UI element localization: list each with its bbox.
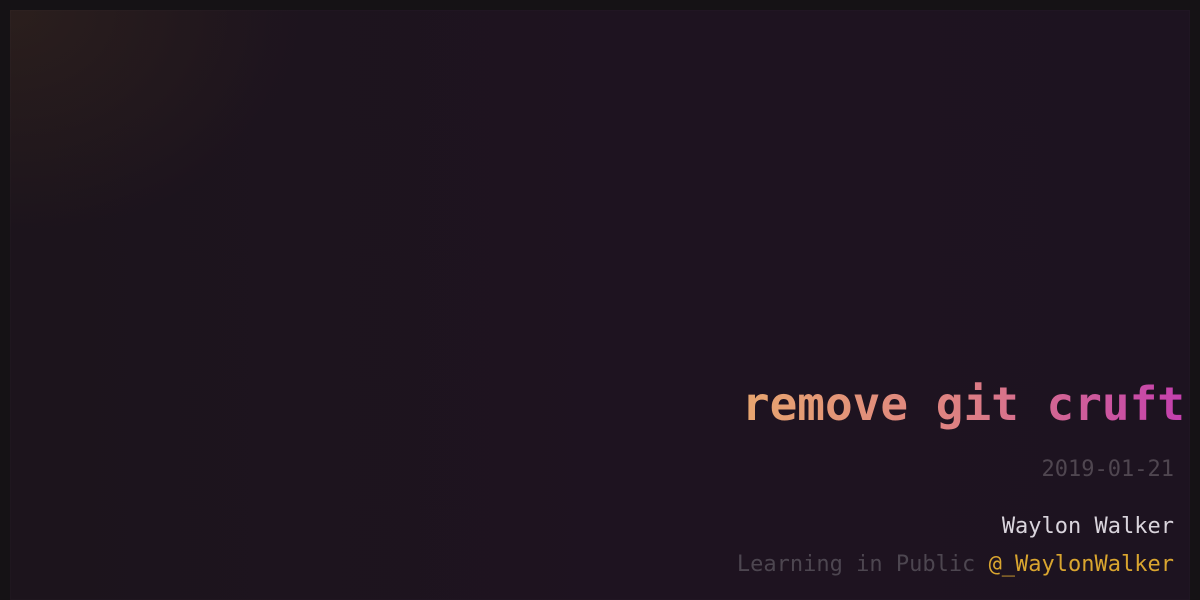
twitter-handle: @_WaylonWalker [988,552,1174,577]
background-frame: remove git cruft 2019-01-21 Waylon Walke… [0,0,1200,600]
tagline-text: Learning in Public [736,552,976,577]
author-name: Waylon Walker [1001,514,1174,539]
card-panel [10,10,1190,600]
tagline: Learning in Public @_WaylonWalker [737,551,1174,579]
post-date: 2019-01-21 [1041,457,1174,482]
post-title: remove git cruft [742,372,1185,436]
